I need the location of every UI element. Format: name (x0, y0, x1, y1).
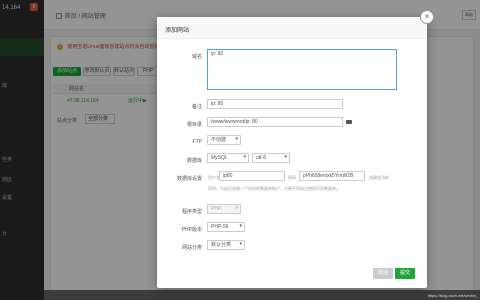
db-password-hint: 创建成功的 (369, 175, 389, 180)
folder-icon[interactable] (346, 120, 352, 124)
remark-label: 备注 (191, 104, 202, 110)
domain-label: 域名 (191, 54, 202, 60)
ftp-select[interactable]: 不创建 (207, 135, 241, 145)
close-icon[interactable]: × (420, 10, 434, 24)
site-category-label: 网站分类 (181, 245, 202, 251)
db-user-input[interactable]: ip80 (219, 171, 285, 181)
database-type-select[interactable]: MySQL (207, 153, 249, 163)
db-password-input[interactable]: pPh658emxk5YmW2B (299, 171, 365, 181)
remark-input[interactable]: ip: 80 (207, 99, 343, 109)
program-type-select[interactable]: PHP (207, 204, 241, 214)
db-note: 同时，为站点创建一个对应的数据库帐户，方便不同站点使用不同数据库。 (208, 186, 340, 191)
dialog-title: 添加网站 (165, 28, 190, 34)
program-type-label: 程序类型 (181, 209, 202, 215)
db-settings-label: 数据库设置 (176, 176, 202, 182)
php-version-label: PHP版本 (181, 227, 202, 233)
site-category-select[interactable]: 默认分类 (207, 240, 245, 250)
add-site-dialog: 添加网站 × 域名 ip: 80 备注 ip: 80 根目录 /www/wwwr… (157, 10, 434, 288)
submit-button[interactable]: 提交 (395, 268, 415, 279)
domain-textarea[interactable]: ip: 80 (207, 49, 397, 90)
dialog-header: 添加网站 (157, 17, 427, 39)
database-charset-select[interactable]: utf-8 (252, 153, 290, 163)
watermark: https://blog.csdn.net/weixin_ (427, 293, 478, 298)
cancel-button[interactable]: 取消 (373, 268, 393, 279)
root-dir-input[interactable]: /www/wwwroot/ip: 80 (207, 117, 343, 127)
php-version-select[interactable]: PHP-56 (207, 222, 245, 232)
ftp-label: FTP (192, 139, 202, 145)
database-label: 数据库 (186, 158, 202, 164)
root-dir-label: 根目录 (186, 122, 202, 128)
db-password-label: 密码 (288, 175, 296, 180)
